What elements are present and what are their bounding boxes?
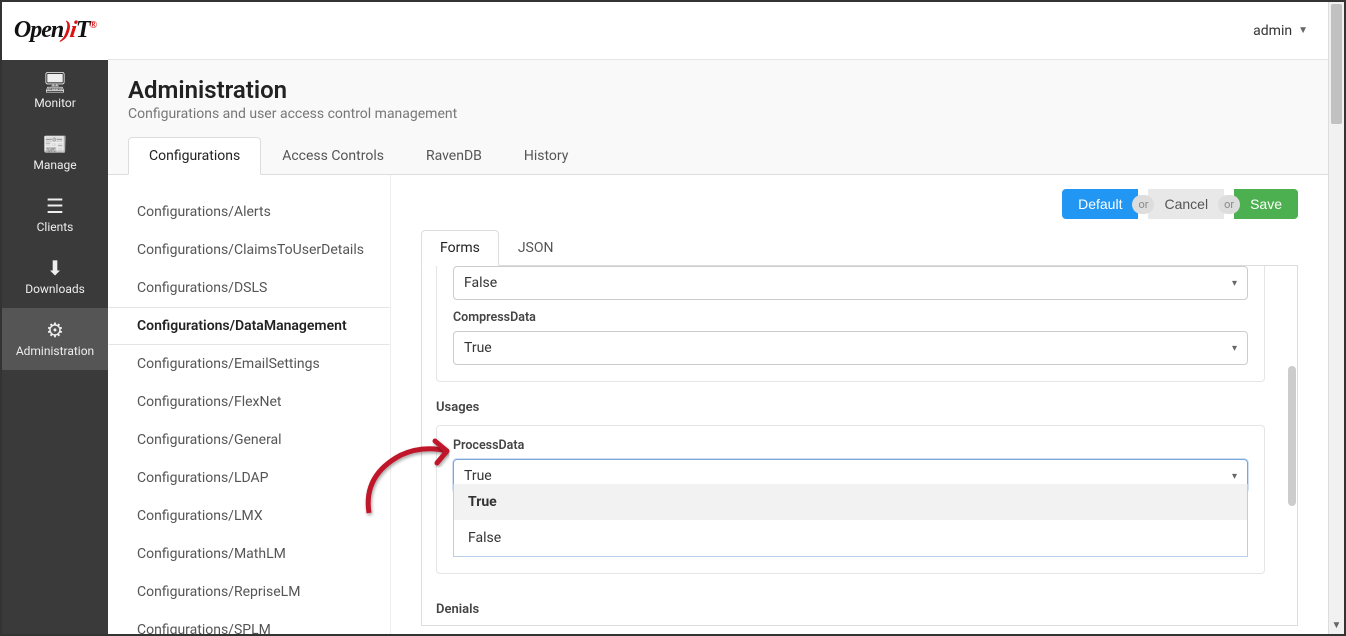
sidebar-item-label: Manage: [33, 158, 76, 172]
tree-item[interactable]: Configurations/Alerts: [108, 193, 390, 231]
sub-tabs: Forms JSON: [421, 229, 1298, 266]
scrollbar-thumb[interactable]: [1331, 4, 1342, 124]
form-scroll[interactable]: False ▾ CompressData True ▾ Usages: [421, 266, 1298, 626]
sidebar-item-label: Downloads: [25, 282, 85, 296]
save-button[interactable]: Save: [1234, 189, 1298, 219]
section-label-denials: Denials: [436, 602, 1265, 617]
card-partial: False ▾ CompressData True ▾: [436, 266, 1265, 382]
tab-configurations[interactable]: Configurations: [128, 137, 261, 175]
tab-ravendb[interactable]: RavenDB: [405, 137, 503, 175]
tree-item[interactable]: Configurations/RepriseLM: [108, 573, 390, 611]
or-label: or: [1132, 195, 1154, 214]
tree-item[interactable]: Configurations/EmailSettings: [108, 345, 390, 383]
tree-item[interactable]: Configurations/SPLM: [108, 611, 390, 634]
select-value: True: [464, 340, 492, 356]
clients-icon: ☰: [46, 196, 64, 216]
inner-scrollbar[interactable]: [1287, 266, 1297, 625]
sub-tab-json[interactable]: JSON: [499, 230, 573, 266]
caret-down-icon: ▾: [1232, 471, 1237, 482]
outer-scrollbar[interactable]: ▲ ▼: [1328, 2, 1344, 634]
manage-icon: 📰: [43, 134, 68, 154]
sidebar: 🖥 Monitor 📰 Manage ☰ Clients ⬇ Downloads…: [2, 60, 108, 634]
select-value: False: [464, 275, 497, 291]
field-label-processdata: ProcessData: [453, 438, 1248, 453]
download-icon: ⬇: [47, 258, 64, 278]
tree-item[interactable]: Configurations/LMX: [108, 497, 390, 535]
sidebar-item-administration[interactable]: ⚙ Administration: [2, 308, 108, 370]
scrollbar-thumb[interactable]: [1288, 366, 1296, 506]
card-usages: ProcessData True ▾ True False: [436, 425, 1265, 574]
tree-item[interactable]: Configurations/ClaimsToUserDetails: [108, 231, 390, 269]
dropdown-option-false[interactable]: False: [454, 520, 1247, 556]
select-top-partial[interactable]: False ▾: [453, 266, 1248, 300]
action-row: Default or Cancel or Save: [421, 189, 1298, 219]
tree-item-active[interactable]: Configurations/DataManagement: [108, 307, 390, 345]
tree-item[interactable]: Configurations/FlexNet: [108, 383, 390, 421]
page-subtitle: Configurations and user access control m…: [128, 106, 1308, 122]
tab-access-controls[interactable]: Access Controls: [261, 137, 405, 175]
user-menu[interactable]: admin ▼: [1253, 23, 1308, 39]
sidebar-item-monitor[interactable]: 🖥 Monitor: [2, 60, 108, 122]
tree-item[interactable]: Configurations/MathLM: [108, 535, 390, 573]
caret-down-icon: ▾: [1232, 278, 1237, 289]
gear-icon: ⚙: [46, 320, 64, 340]
select-value: True: [464, 468, 492, 484]
monitor-icon: 🖥: [42, 72, 67, 92]
topbar: Open)iT® admin ▼: [2, 2, 1328, 60]
section-label-usages: Usages: [436, 400, 1265, 415]
user-name: admin: [1253, 23, 1292, 39]
logo[interactable]: Open)iT®: [2, 2, 108, 60]
caret-down-icon: ▾: [1232, 343, 1237, 354]
tree-item[interactable]: Configurations/General: [108, 421, 390, 459]
sidebar-item-label: Clients: [37, 220, 74, 234]
tree-item[interactable]: Configurations/LDAP: [108, 459, 390, 497]
tab-history[interactable]: History: [503, 137, 590, 175]
page-title: Administration: [128, 76, 1308, 104]
config-tree[interactable]: Configurations/Alerts Configurations/Cla…: [108, 175, 391, 634]
caret-down-icon: ▼: [1298, 25, 1308, 36]
tree-item[interactable]: Configurations/DSLS: [108, 269, 390, 307]
sidebar-item-label: Monitor: [34, 96, 76, 110]
field-label-compressdata: CompressData: [453, 310, 1248, 325]
sidebar-item-label: Administration: [16, 344, 94, 358]
main-tabs: Configurations Access Controls RavenDB H…: [108, 136, 1328, 175]
scroll-down-icon[interactable]: ▼: [1329, 618, 1344, 634]
select-compressdata[interactable]: True ▾: [453, 331, 1248, 365]
sidebar-item-downloads[interactable]: ⬇ Downloads: [2, 246, 108, 308]
dropdown-option-true[interactable]: True: [454, 484, 1247, 520]
cancel-button[interactable]: Cancel: [1148, 189, 1224, 219]
sidebar-item-clients[interactable]: ☰ Clients: [2, 184, 108, 246]
or-label: or: [1218, 195, 1240, 214]
default-button[interactable]: Default: [1062, 189, 1138, 219]
page-header: Administration Configurations and user a…: [108, 60, 1328, 136]
sidebar-item-manage[interactable]: 📰 Manage: [2, 122, 108, 184]
sub-tab-forms[interactable]: Forms: [421, 230, 499, 266]
